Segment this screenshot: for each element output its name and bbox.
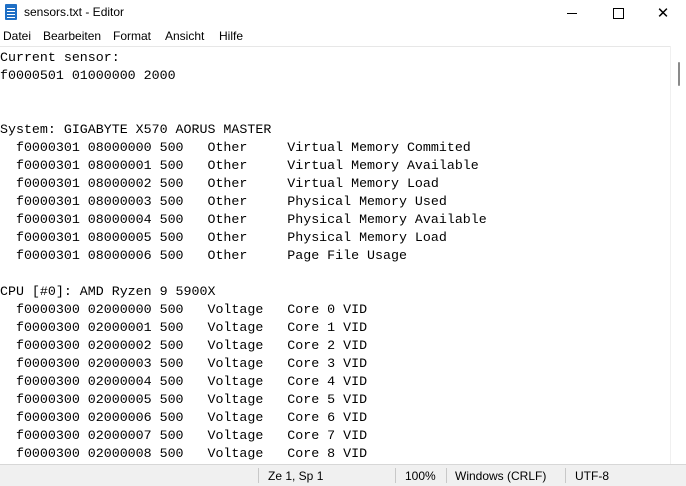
text-line: f0000301 08000006 500 Other Page File Us…: [0, 248, 407, 263]
cursor-position: Ze 1, Sp 1: [268, 469, 324, 483]
menu-bar: Datei Bearbeiten Format Ansicht Hilfe: [0, 27, 686, 46]
encoding: UTF-8: [575, 469, 609, 483]
text-line: f0000300 02000001 500 Voltage Core 1 VID: [0, 320, 368, 335]
text-line: f0000301 08000004 500 Other Physical Mem…: [0, 212, 487, 227]
text-line: f0000300 02000002 500 Voltage Core 2 VID: [0, 338, 368, 353]
title-bar: sensors.txt - Editor ✕: [0, 0, 686, 26]
window-title: sensors.txt - Editor: [24, 5, 125, 19]
status-bar: Ze 1, Sp 1 100% Windows (CRLF) UTF-8: [0, 464, 686, 486]
maximize-button[interactable]: [595, 0, 641, 26]
text-line: f0000300 02000004 500 Voltage Core 4 VID: [0, 374, 368, 389]
text-line: f0000300 02000000 500 Voltage Core 0 VID: [0, 302, 368, 317]
scrollbar-thumb[interactable]: [678, 62, 680, 86]
menu-format[interactable]: Format: [113, 29, 151, 43]
text-line: System: GIGABYTE X570 AORUS MASTER: [0, 122, 272, 137]
menu-bearbeiten[interactable]: Bearbeiten: [43, 29, 101, 43]
text-line: [0, 85, 487, 103]
text-line: f0000300 02000008 500 Voltage Core 8 VID: [0, 446, 368, 461]
menu-ansicht[interactable]: Ansicht: [165, 29, 204, 43]
status-separator: [258, 468, 259, 483]
zoom-level: 100%: [405, 469, 436, 483]
text-line: f0000301 08000001 500 Other Virtual Memo…: [0, 158, 479, 173]
close-icon: ✕: [656, 4, 670, 22]
menu-hilfe[interactable]: Hilfe: [219, 29, 243, 43]
notepad-icon: [5, 4, 17, 20]
text-line: f0000300 02000003 500 Voltage Core 3 VID: [0, 356, 368, 371]
text-line: CPU [#0]: AMD Ryzen 9 5900X: [0, 284, 216, 299]
menu-datei[interactable]: Datei: [3, 29, 31, 43]
editor-content[interactable]: Current sensor: f0000501 01000000 2000 Sys…: [0, 49, 487, 463]
minimize-button[interactable]: [549, 0, 595, 26]
status-separator: [446, 468, 447, 483]
status-separator: [395, 468, 396, 483]
line-ending: Windows (CRLF): [455, 469, 547, 483]
text-line: Current sensor:: [0, 50, 120, 65]
text-line: [0, 265, 487, 283]
text-line: f0000300 02000007 500 Voltage Core 7 VID: [0, 428, 368, 443]
vertical-scrollbar[interactable]: [670, 46, 686, 464]
text-line: f0000301 08000005 500 Other Physical Mem…: [0, 230, 447, 245]
text-line: f0000300 02000006 500 Voltage Core 6 VID: [0, 410, 368, 425]
text-line: f0000301 08000003 500 Other Physical Mem…: [0, 194, 447, 209]
text-line: f0000501 01000000 2000: [0, 68, 176, 83]
minimize-icon: [567, 12, 577, 14]
text-line: f0000300 02000005 500 Voltage Core 5 VID: [0, 392, 368, 407]
text-line: f0000301 08000000 500 Other Virtual Memo…: [0, 140, 471, 155]
text-line: f0000301 08000002 500 Other Virtual Memo…: [0, 176, 439, 191]
status-separator: [565, 468, 566, 483]
maximize-icon: [612, 7, 624, 19]
text-editor[interactable]: Current sensor: f0000501 01000000 2000 Sys…: [0, 46, 670, 465]
text-line: [0, 103, 487, 121]
close-button[interactable]: ✕: [640, 0, 686, 26]
